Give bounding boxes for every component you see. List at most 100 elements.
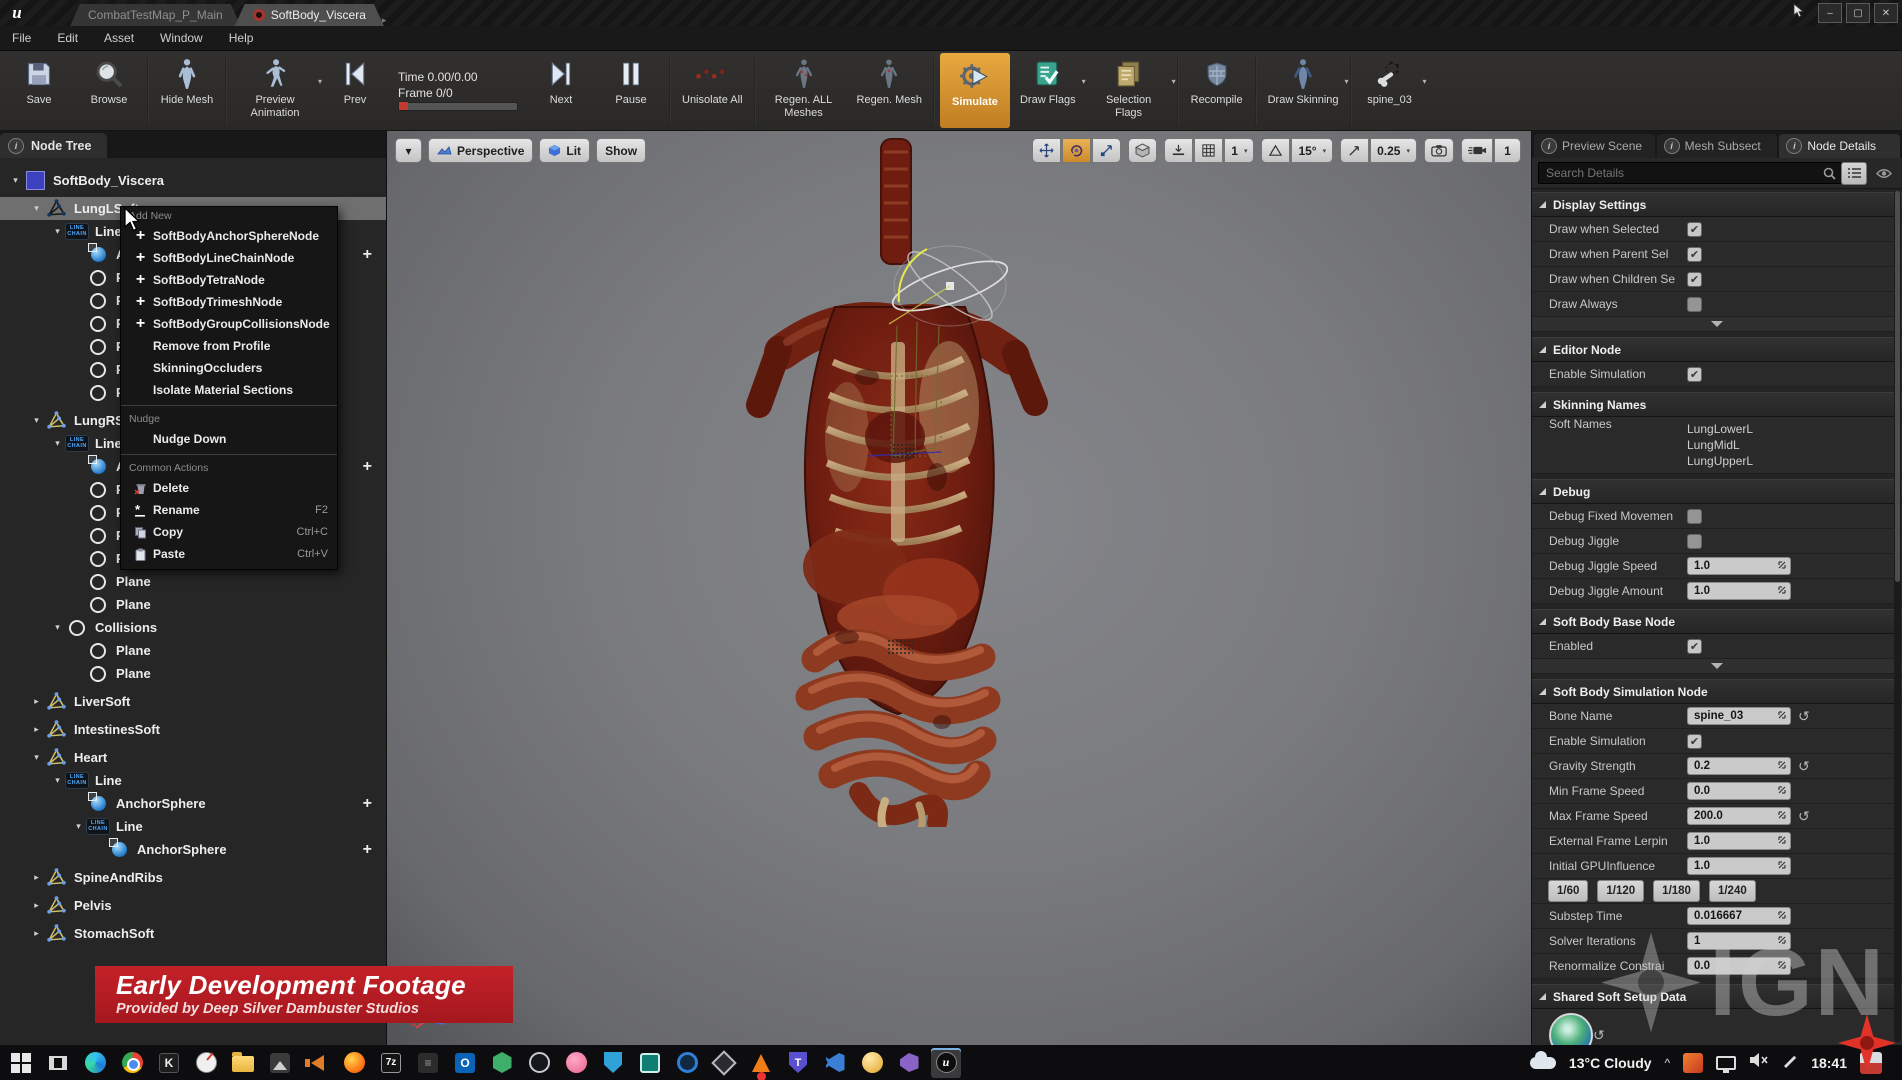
taskbar-icon-gold[interactable] — [857, 1048, 887, 1078]
details-visibility-button[interactable] — [1872, 163, 1896, 184]
section-header-shared-soft-setup-data[interactable]: Shared Soft Setup Data — [1532, 984, 1902, 1009]
minimize-button[interactable]: – — [1818, 3, 1842, 23]
section-header-soft-body-base-node[interactable]: Soft Body Base Node — [1532, 609, 1902, 634]
menu-item-delete[interactable]: Delete — [121, 477, 337, 499]
close-button[interactable]: ✕ — [1874, 3, 1898, 23]
checkbox[interactable] — [1687, 297, 1702, 312]
add-node-button[interactable]: + — [363, 458, 372, 476]
tray-volume-muted-icon[interactable] — [1749, 1052, 1769, 1073]
grid-snap-button[interactable] — [1194, 138, 1223, 163]
taskbar-icon-codec[interactable]: K — [154, 1048, 184, 1078]
taskbar-icon-obs[interactable] — [524, 1048, 554, 1078]
tab-combattestmap[interactable]: CombatTestMap_P_Main — [70, 4, 241, 26]
clock[interactable]: 18:41 — [1811, 1055, 1847, 1071]
taskbar-icon-unreal[interactable]: u — [931, 1048, 961, 1078]
value-field[interactable]: 1.0 — [1687, 832, 1791, 850]
taskbar-icon-ring-blue[interactable] — [672, 1048, 702, 1078]
reset-to-default-button[interactable]: ↺ — [1593, 1028, 1605, 1042]
spinner-icon[interactable] — [1777, 835, 1787, 848]
checkbox[interactable] — [1687, 734, 1702, 749]
tray-app-icon[interactable] — [1683, 1053, 1703, 1073]
camera-speed-value-button[interactable]: 1 — [1494, 138, 1521, 163]
draw-flags-button[interactable]: Draw Flags ▾ — [1012, 51, 1084, 130]
tree-item-liversoft[interactable]: ▸LiverSoft — [0, 690, 386, 713]
taskbar-icon-audio[interactable] — [302, 1048, 332, 1078]
menu-item-softbodytrimeshnode[interactable]: +SoftBodyTrimeshNode — [121, 291, 337, 313]
preview-animation-button[interactable]: Preview Animation ▾ — [230, 51, 320, 130]
tab-preview-scene[interactable]: i Preview Scene — [1534, 134, 1655, 158]
viewport-options-button[interactable]: ▾ — [395, 138, 422, 163]
selection-flags-button[interactable]: Selection Flags ▾ — [1084, 51, 1174, 130]
weather-text[interactable]: 13°C Cloudy — [1569, 1055, 1652, 1071]
expand-arrow-icon[interactable]: ▸ — [29, 928, 44, 939]
tree-item-pelvis[interactable]: ▸Pelvis — [0, 894, 386, 917]
tree-item-softbody-viscera[interactable]: ▾SoftBody_Viscera — [0, 169, 386, 192]
section-expander-button[interactable] — [1532, 317, 1902, 332]
value-field[interactable]: 200.0 — [1687, 807, 1791, 825]
menu-item-skinningoccluders[interactable]: SkinningOccluders — [121, 357, 337, 379]
value-field[interactable]: 1 — [1687, 932, 1791, 950]
coordinate-space-button[interactable] — [1128, 138, 1157, 163]
preset-button-1-120[interactable]: 1/120 — [1597, 880, 1644, 902]
regen-all-meshes-button[interactable]: Regen. ALL Meshes — [759, 51, 849, 130]
menu-item-copy[interactable]: CopyCtrl+C — [121, 521, 337, 543]
scale-snap-value-button[interactable]: 0.25▾ — [1370, 138, 1417, 163]
tree-item-plane[interactable]: Plane — [0, 639, 386, 662]
spinner-icon[interactable] — [1777, 585, 1787, 598]
menu-item-remove-from-profile[interactable]: Remove from Profile — [121, 335, 337, 357]
spinner-icon[interactable] — [1777, 560, 1787, 573]
taskbar-icon-firefox[interactable] — [339, 1048, 369, 1078]
weather-cloud-icon[interactable] — [1530, 1057, 1556, 1069]
expand-arrow-icon[interactable]: ▸ — [29, 872, 44, 883]
taskbar-icon-gauge[interactable] — [191, 1048, 221, 1078]
value-field[interactable]: 0.0 — [1687, 782, 1791, 800]
expand-arrow-icon[interactable]: ▾ — [50, 226, 65, 237]
tray-pen-icon[interactable] — [1782, 1052, 1798, 1073]
menu-help[interactable]: Help — [229, 31, 254, 45]
tree-item-heart[interactable]: ▾Heart — [0, 746, 386, 769]
preset-button-1-240[interactable]: 1/240 — [1709, 880, 1756, 902]
tree-item-anchorsphere[interactable]: AnchorSphere+ — [0, 838, 386, 861]
show-menu-button[interactable]: Show — [596, 138, 646, 163]
value-field[interactable]: 1.0 — [1687, 857, 1791, 875]
expand-arrow-icon[interactable]: ▸ — [29, 724, 44, 735]
scrollbar-thumb[interactable] — [1895, 191, 1900, 582]
section-expander-button[interactable] — [1532, 659, 1902, 674]
taskbar-icon-editor[interactable]: ≡ — [413, 1048, 443, 1078]
expand-arrow-icon[interactable]: ▾ — [8, 175, 23, 186]
taskbar-icon-brain[interactable] — [561, 1048, 591, 1078]
next-frame-button[interactable]: Next — [526, 51, 596, 130]
timeline-knob[interactable] — [399, 102, 408, 110]
add-node-button[interactable]: + — [363, 841, 372, 859]
value-field[interactable]: 0.016667 — [1687, 907, 1791, 925]
menu-item-paste[interactable]: PasteCtrl+V — [121, 543, 337, 565]
checkbox[interactable] — [1687, 272, 1702, 287]
grid-snap-value-button[interactable]: 1▾ — [1224, 138, 1254, 163]
expand-arrow-icon[interactable]: ▾ — [71, 821, 86, 832]
screenshot-button[interactable] — [1424, 138, 1454, 163]
menu-item-softbodyanchorspherenode[interactable]: +SoftBodyAnchorSphereNode — [121, 225, 337, 247]
spinner-icon[interactable] — [1777, 760, 1787, 773]
menu-file[interactable]: File — [12, 31, 31, 45]
taskbar-icon-shield-purple[interactable]: T — [783, 1048, 813, 1078]
section-header-soft-body-simulation-node[interactable]: Soft Body Simulation Node — [1532, 679, 1902, 704]
taskbar-icon-edge[interactable] — [80, 1048, 110, 1078]
menu-item-softbodytetranode[interactable]: +SoftBodyTetraNode — [121, 269, 337, 291]
viewport[interactable]: ▾ Perspective Lit Show — [387, 131, 1531, 1046]
tree-item-plane[interactable]: Plane — [0, 593, 386, 616]
spinner-icon[interactable] — [1777, 810, 1787, 823]
timeline-slider[interactable] — [398, 102, 518, 111]
tray-display-icon[interactable] — [1716, 1056, 1736, 1070]
menu-item-isolate-material-sections[interactable]: Isolate Material Sections — [121, 379, 337, 401]
checkbox[interactable] — [1687, 247, 1702, 262]
menu-edit[interactable]: Edit — [57, 31, 78, 45]
lit-mode-button[interactable]: Lit — [539, 138, 590, 163]
expand-arrow-icon[interactable]: ▸ — [29, 900, 44, 911]
expand-arrow-icon[interactable]: ▾ — [29, 752, 44, 763]
camera-speed-button[interactable] — [1461, 138, 1493, 163]
checkbox[interactable] — [1687, 222, 1702, 237]
unisolate-all-button[interactable]: Unisolate All — [674, 51, 751, 130]
section-header-debug[interactable]: Debug — [1532, 479, 1902, 504]
spinner-icon[interactable] — [1777, 935, 1787, 948]
details-scrollbar[interactable] — [1894, 191, 1901, 1042]
